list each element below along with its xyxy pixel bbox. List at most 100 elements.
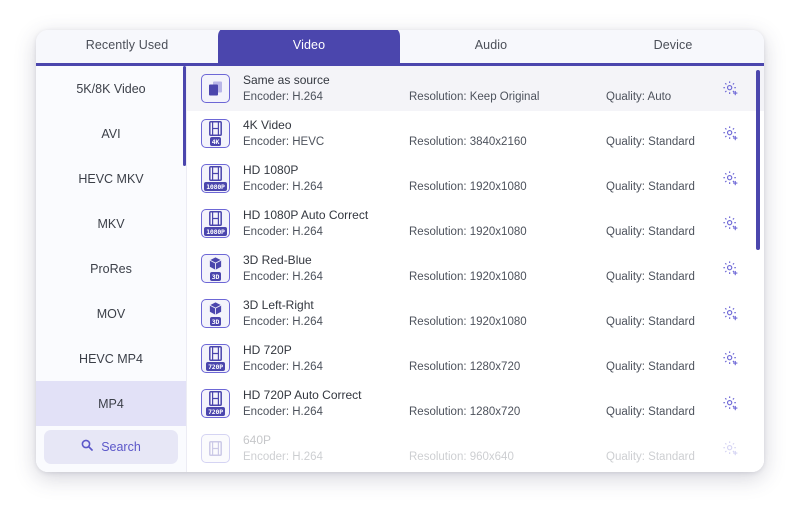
sidebar-item-mp4[interactable]: MP4 — [36, 381, 186, 426]
preset-quality: Quality: Auto — [606, 91, 672, 103]
preset-badge: 4K — [209, 137, 222, 146]
preset-resolution: Resolution: Keep Original — [409, 91, 540, 103]
preset-badge: 1080P — [204, 227, 227, 236]
preset-name: 4K Video — [243, 118, 292, 132]
format-picker-window: Recently Used Video Audio Device 5K/8K Vide… — [36, 30, 764, 472]
preset-row[interactable]: 640P Encoder: H.264 Resolution: 960x640 Qua… — [187, 426, 764, 471]
preset-resolution: Resolution: 1920x1080 — [409, 181, 527, 193]
preset-name: Same as source — [243, 73, 330, 87]
preset-text-block: HD 1080P Encoder: H.264 Resolution: 1920x1… — [243, 156, 710, 201]
preset-text-block: 3D Left-Right Encoder: H.264 Resolution: 1… — [243, 291, 710, 336]
preset-rows: Same as source Encoder: H.264 Resolution: … — [187, 66, 764, 472]
preset-quality: Quality: Standard — [606, 136, 695, 148]
preset-encoder: Encoder: H.264 — [243, 181, 323, 193]
preset-encoder: Encoder: H.264 — [243, 271, 323, 283]
preset-name: HD 720P Auto Correct — [243, 388, 362, 402]
layers-icon — [201, 74, 230, 103]
preset-text-block: HD 1080P Auto Correct Encoder: H.264 Resol… — [243, 201, 710, 246]
sidebar-item-mov[interactable]: MOV — [36, 291, 186, 336]
sidebar-list: 5K/8K Video AVI HEVC MKV MKV ProRes MOV HEVC M… — [36, 66, 186, 430]
preset-badge: 720P — [206, 362, 225, 371]
tab-audio[interactable]: Audio — [400, 30, 582, 63]
preset-row[interactable]: 720P HD 720P Auto Correct Encoder: H.264 Re… — [187, 381, 764, 426]
preset-text-block: 4K Video Encoder: HEVC Resolution: 3840x21… — [243, 111, 710, 156]
preset-quality: Quality: Standard — [606, 316, 695, 328]
format-sidebar: 5K/8K Video AVI HEVC MKV MKV ProRes MOV HEVC M… — [36, 66, 186, 472]
tab-device[interactable]: Device — [582, 30, 764, 63]
gear-plus-icon[interactable] — [710, 305, 750, 322]
preset-row[interactable]: Same as source Encoder: H.264 Resolution: … — [187, 66, 764, 111]
preset-encoder: Encoder: H.264 — [243, 451, 323, 463]
preset-quality: Quality: Standard — [606, 181, 695, 193]
picker-body: 5K/8K Video AVI HEVC MKV MKV ProRes MOV HEVC M… — [36, 66, 764, 472]
preset-quality: Quality: Standard — [606, 361, 695, 373]
preset-text-block: 640P Encoder: H.264 Resolution: 960x640 Qua… — [243, 426, 710, 471]
tab-recently-used[interactable]: Recently Used — [36, 30, 218, 63]
search-icon — [81, 438, 94, 456]
preset-name: HD 1080P Auto Correct — [243, 208, 369, 222]
preset-encoder: Encoder: H.264 — [243, 91, 323, 103]
preset-resolution: Resolution: 1280x720 — [409, 361, 521, 373]
preset-row[interactable]: 4K 4K Video Encoder: HEVC Resolution: 3840x… — [187, 111, 764, 156]
preset-row[interactable]: 720P HD 720P Encoder: H.264 Resolution: 128… — [187, 336, 764, 381]
gear-plus-icon[interactable] — [710, 350, 750, 367]
preset-encoder: Encoder: H.264 — [243, 361, 323, 373]
preset-resolution: Resolution: 1920x1080 — [409, 271, 527, 283]
preset-name: 3D Red-Blue — [243, 253, 312, 267]
preset-quality: Quality: Standard — [606, 451, 695, 463]
gear-plus-icon[interactable] — [710, 395, 750, 412]
film-icon: 4K — [201, 119, 230, 148]
search-label: Search — [101, 440, 141, 454]
preset-resolution: Resolution: 1280x720 — [409, 406, 521, 418]
gear-plus-icon[interactable] — [710, 260, 750, 277]
gear-plus-icon[interactable] — [710, 80, 750, 97]
preset-list-scrollbar[interactable] — [756, 70, 760, 250]
tab-video[interactable]: Video — [218, 30, 400, 63]
gear-plus-icon[interactable] — [710, 440, 750, 457]
gear-plus-icon[interactable] — [710, 215, 750, 232]
preset-quality: Quality: Standard — [606, 271, 695, 283]
preset-encoder: Encoder: HEVC — [243, 136, 325, 148]
sidebar-item-hevc-mkv[interactable]: HEVC MKV — [36, 156, 186, 201]
film-icon: 720P — [201, 389, 230, 418]
preset-row[interactable]: 3D 3D Left-Right Encoder: H.264 Resolution:… — [187, 291, 764, 336]
preset-row[interactable]: 1080P HD 1080P Encoder: H.264 Resolution: 1… — [187, 156, 764, 201]
preset-name: 640P — [243, 433, 272, 447]
film-icon: 720P — [201, 344, 230, 373]
preset-row[interactable]: 3D 3D Red-Blue Encoder: H.264 Resolution: 1… — [187, 246, 764, 291]
preset-badge: 3D — [209, 317, 222, 326]
preset-resolution: Resolution: 1920x1080 — [409, 226, 527, 238]
sidebar-item-mkv[interactable]: MKV — [36, 201, 186, 246]
preset-text-block: HD 720P Auto Correct Encoder: H.264 Resolu… — [243, 381, 710, 426]
preset-resolution: Resolution: 1920x1080 — [409, 316, 527, 328]
film-icon: 1080P — [201, 164, 230, 193]
tab-bar: Recently Used Video Audio Device — [36, 30, 764, 66]
preset-name: HD 720P — [243, 343, 292, 357]
film-icon: 1080P — [201, 209, 230, 238]
preset-resolution: Resolution: 960x640 — [409, 451, 514, 463]
preset-text-block: 3D Red-Blue Encoder: H.264 Resolution: 192… — [243, 246, 710, 291]
preset-name: HD 1080P — [243, 163, 299, 177]
cube-icon: 3D — [201, 299, 230, 328]
sidebar-item-hevc-mp4[interactable]: HEVC MP4 — [36, 336, 186, 381]
preset-row[interactable]: 1080P HD 1080P Auto Correct Encoder: H.264… — [187, 201, 764, 246]
sidebar-item-avi[interactable]: AVI — [36, 111, 186, 156]
sidebar-item-prores[interactable]: ProRes — [36, 246, 186, 291]
film-icon — [201, 434, 230, 463]
cube-icon: 3D — [201, 254, 230, 283]
gear-plus-icon[interactable] — [710, 170, 750, 187]
preset-quality: Quality: Standard — [606, 406, 695, 418]
preset-encoder: Encoder: H.264 — [243, 226, 323, 238]
preset-resolution: Resolution: 3840x2160 — [409, 136, 527, 148]
sidebar-item-5k-8k-video[interactable]: 5K/8K Video — [36, 66, 186, 111]
search-input[interactable]: Search — [44, 430, 178, 464]
preset-text-block: HD 720P Encoder: H.264 Resolution: 1280x72… — [243, 336, 710, 381]
preset-quality: Quality: Standard — [606, 226, 695, 238]
preset-badge: 3D — [209, 272, 222, 281]
preset-badge: 1080P — [204, 182, 227, 191]
preset-text-block: Same as source Encoder: H.264 Resolution: … — [243, 66, 710, 111]
preset-name: 3D Left-Right — [243, 298, 314, 312]
preset-encoder: Encoder: H.264 — [243, 316, 323, 328]
gear-plus-icon[interactable] — [710, 125, 750, 142]
preset-list-pane: Same as source Encoder: H.264 Resolution: … — [186, 66, 764, 472]
